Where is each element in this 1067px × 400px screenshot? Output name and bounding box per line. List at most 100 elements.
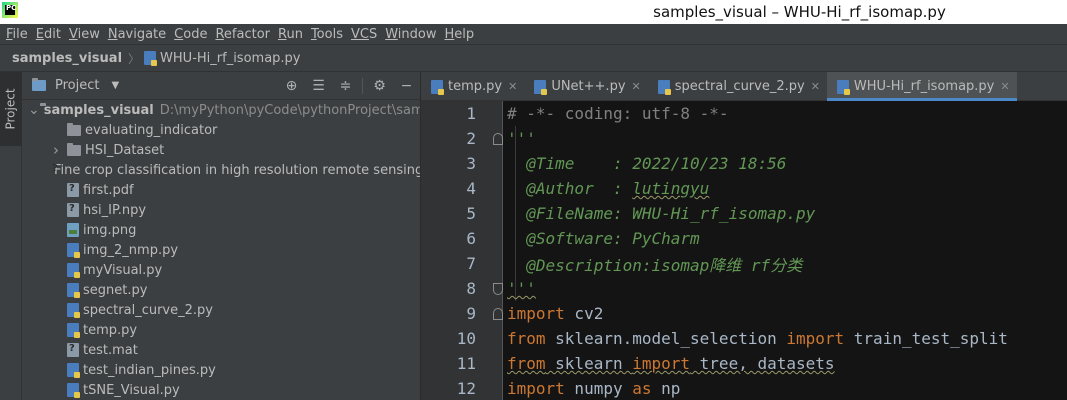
tree-item-label: hsi_IP.npy — [83, 202, 147, 218]
tree-item[interactable]: segnet.py — [22, 280, 420, 300]
menu-item[interactable]: Navigate — [106, 27, 172, 42]
project-panel-header: Project ▼ ⊕ ☰ ≑ ⚙ − — [22, 72, 420, 100]
tree-item[interactable]: first.pdf — [22, 180, 420, 200]
menu-item[interactable]: Run — [276, 27, 309, 42]
python-file-icon — [67, 363, 80, 378]
chevron-down-icon[interactable]: ▼ — [111, 80, 119, 91]
project-panel: Project ▼ ⊕ ☰ ≑ ⚙ − ⌄ samples_visual D:\my… — [22, 72, 420, 400]
editor-tab[interactable]: UNet++.py ✕ — [524, 72, 647, 101]
code-area[interactable]: 1 # -*- coding: utf-8 -*- 2 ''' 3 @Time … — [421, 101, 1067, 400]
code-line: 7 @Description:isomap降维 rf分类 — [466, 254, 803, 275]
code-line: 1 # -*- coding: utf-8 -*- — [466, 104, 729, 123]
menu-bar: File Edit View Navigate Code Refactor Run Tools… — [0, 24, 1067, 44]
collapse-all-icon[interactable]: ≑ — [332, 72, 359, 100]
tree-item-label: samples_visual — [43, 102, 154, 118]
title-bar: PC samples_visual – WHU-Hi_rf_isomap.py — [0, 0, 1067, 24]
python-file-icon — [431, 79, 444, 95]
unknown-file-icon — [67, 343, 79, 357]
menu-item[interactable]: Refactor — [213, 27, 276, 42]
breadcrumb-project[interactable]: samples_visual — [12, 51, 122, 66]
python-file-icon — [67, 283, 80, 298]
close-icon[interactable]: ✕ — [632, 80, 641, 93]
code-line: 9 import cv2 — [466, 304, 604, 323]
python-file-icon — [67, 263, 80, 278]
editor: temp.py ✕ UNet++.py ✕ spectral_curve_2.py ✕ WH… — [421, 72, 1067, 400]
editor-tab[interactable]: WHU-Hi_rf_isomap.py ✕ — [826, 72, 1017, 101]
menu-item[interactable]: Code — [172, 27, 213, 42]
window-title: samples_visual – WHU-Hi_rf_isomap.py — [653, 3, 946, 21]
close-icon[interactable]: ✕ — [1000, 80, 1009, 93]
menu-item[interactable]: File — [4, 27, 34, 42]
tree-item-label: test.mat — [83, 342, 138, 358]
code-line: 8 ''' — [466, 279, 536, 298]
python-file-icon — [67, 243, 80, 258]
folder-icon — [67, 122, 81, 136]
python-file-icon — [657, 79, 671, 95]
tree-item[interactable]: spectral_curve_2.py — [22, 300, 420, 320]
gear-icon[interactable]: ⚙ — [366, 72, 393, 100]
tree-item[interactable]: img_2_nmp.py — [22, 240, 420, 260]
tree-item[interactable]: › HSI_Dataset — [22, 140, 420, 160]
breadcrumb: samples_visual 〉 WHU-Hi_rf_isomap.py — [0, 44, 1067, 72]
target-icon[interactable]: ⊕ — [278, 72, 305, 100]
tree-item-label: first.pdf — [83, 182, 134, 198]
python-file-icon — [836, 79, 850, 95]
code-line: 3 @Time : 2022/10/23 18:56 — [466, 154, 787, 173]
unknown-file-icon — [67, 203, 79, 217]
project-tool-tab[interactable]: Project — [0, 72, 22, 146]
menu-item[interactable]: Edit — [34, 27, 67, 42]
project-view-selector[interactable]: Project — [55, 78, 99, 93]
fold-marker-icon[interactable] — [493, 133, 503, 145]
python-file-icon — [144, 51, 158, 66]
python-file-icon — [67, 383, 80, 398]
tree-item[interactable]: test.mat — [22, 340, 420, 360]
tree-item-label: img.png — [83, 222, 137, 238]
menu-item[interactable]: Window — [383, 27, 442, 42]
breadcrumb-file[interactable]: WHU-Hi_rf_isomap.py — [144, 51, 301, 66]
menu-item[interactable]: Help — [443, 27, 481, 42]
tree-item-label: img_2_nmp.py — [83, 242, 179, 258]
menu-item[interactable]: VCS — [349, 27, 383, 42]
chevron-right-icon: 〉 — [128, 51, 141, 66]
tab-label: temp.py — [448, 79, 503, 94]
tree-item-label: tSNE_Visual.py — [83, 382, 180, 398]
tree-item[interactable]: temp.py — [22, 320, 420, 340]
hide-icon[interactable]: − — [393, 72, 420, 100]
code-line: 4 @Author : lutingyu — [466, 179, 710, 198]
project-folder-icon — [32, 78, 46, 91]
tree-item[interactable]: myVisual.py — [22, 260, 420, 280]
menu-item[interactable]: Tools — [309, 27, 349, 42]
menu-item[interactable]: View — [67, 27, 106, 42]
tree-item[interactable]: evaluating_indicator — [22, 120, 420, 140]
code-line: 2 ''' — [466, 129, 536, 148]
tree-item[interactable]: test_indian_pines.py — [22, 360, 420, 380]
tree-item-label: spectral_curve_2.py — [83, 302, 213, 318]
project-tree: ⌄ samples_visual D:\myPython\pyCode\python… — [22, 100, 420, 400]
expand-all-icon[interactable]: ☰ — [305, 72, 332, 100]
fold-marker-icon[interactable] — [493, 308, 503, 320]
editor-tab[interactable]: spectral_curve_2.py ✕ — [648, 72, 827, 101]
tree-item-label: test_indian_pines.py — [83, 362, 216, 378]
tree-item-label: temp.py — [83, 322, 138, 338]
chevron-down-icon[interactable]: ⌄ — [28, 103, 40, 117]
code-line: 11 from sklearn import tree, datasets — [456, 354, 835, 373]
project-panel-toolbar: ⊕ ☰ ≑ ⚙ − — [278, 72, 420, 100]
tree-item-label: segnet.py — [83, 282, 148, 298]
tree-item[interactable]: img.png — [22, 220, 420, 240]
tree-item[interactable]: tSNE_Visual.py — [22, 380, 420, 400]
close-icon[interactable]: ✕ — [508, 80, 517, 93]
tree-item[interactable]: hsi_IP.npy — [22, 200, 420, 220]
tree-item-label: evaluating_indicator — [85, 122, 218, 138]
code-line: 10 from sklearn.model_selection import t… — [456, 329, 1008, 348]
chevron-right-icon[interactable]: › — [50, 141, 62, 159]
close-icon[interactable]: ✕ — [811, 80, 820, 93]
tree-item[interactable]: Fine crop classification in high resolut… — [22, 160, 420, 180]
fold-marker-icon[interactable] — [493, 283, 503, 295]
folder-icon — [67, 142, 81, 156]
tree-item-label: Fine crop classification in high resolut… — [54, 162, 420, 178]
editor-tab[interactable]: temp.py ✕ — [421, 72, 524, 101]
tree-item[interactable]: ⌄ samples_visual D:\myPython\pyCode\python… — [22, 100, 420, 120]
tab-label: WHU-Hi_rf_isomap.py — [853, 79, 995, 94]
tree-item-label: HSI_Dataset — [85, 142, 165, 158]
tree-item-label: myVisual.py — [83, 262, 163, 278]
